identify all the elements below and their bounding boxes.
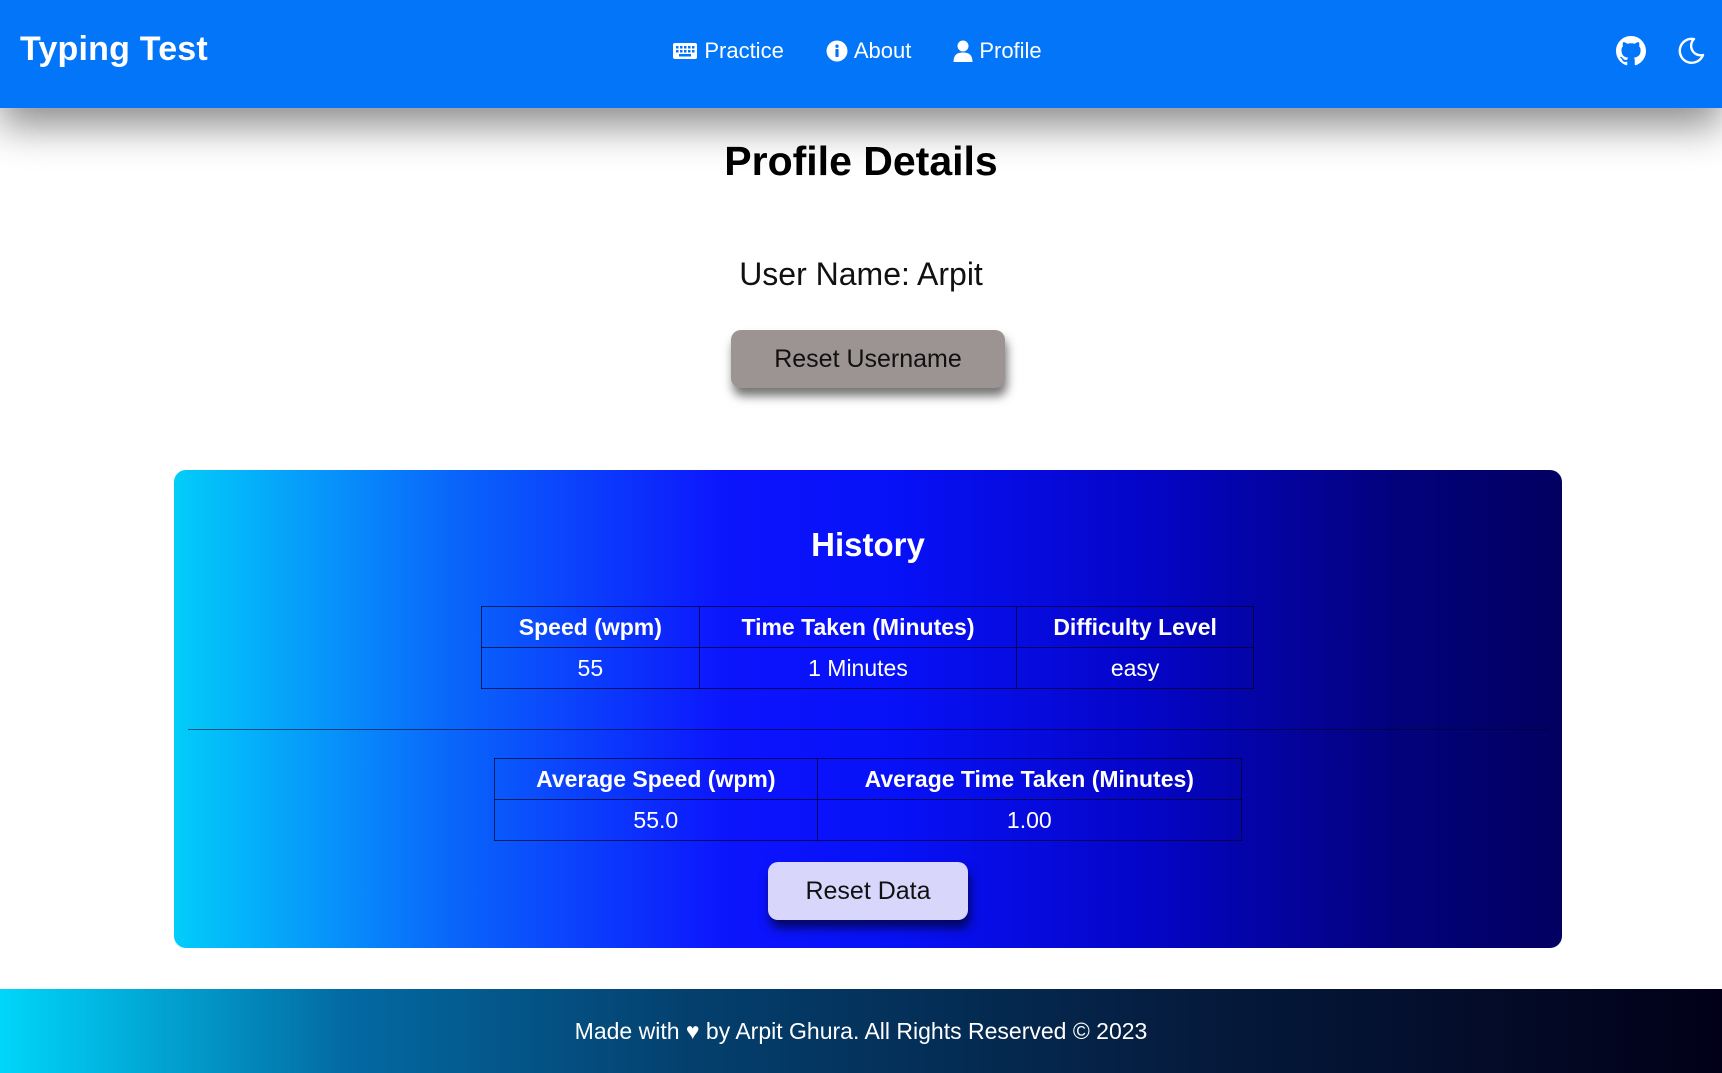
history-card: History Speed (wpm) Time Taken (Minutes)… bbox=[174, 470, 1562, 948]
table-cell: 55.0 bbox=[494, 799, 818, 841]
history-title: History bbox=[811, 526, 925, 563]
history-table: Speed (wpm) Time Taken (Minutes) Difficu… bbox=[481, 606, 1254, 689]
nav-link-label: Profile bbox=[979, 38, 1042, 63]
user-icon bbox=[953, 40, 973, 62]
table-cell: 1 Minutes bbox=[698, 647, 1018, 689]
reset-username-button[interactable]: Reset Username bbox=[731, 330, 1005, 388]
nav-link-label: About bbox=[853, 38, 912, 63]
footer: Made with ♥ by Arpit Ghura. All Rights R… bbox=[0, 989, 1722, 1073]
column-header: Average Speed (wpm) bbox=[494, 758, 818, 800]
nav-link-profile[interactable]: Profile bbox=[953, 38, 1042, 64]
nav-link-practice[interactable]: Practice bbox=[672, 38, 784, 64]
table-cell: 1.00 bbox=[816, 799, 1243, 841]
divider bbox=[188, 729, 1548, 730]
column-header: Difficulty Level bbox=[1016, 606, 1254, 648]
nav-links: Practice About Profile bbox=[0, 38, 1722, 64]
nav-link-label: Practice bbox=[704, 38, 784, 63]
column-header: Average Time Taken (Minutes) bbox=[816, 758, 1243, 800]
table-cell: easy bbox=[1016, 647, 1254, 689]
nav-right-icons bbox=[1616, 36, 1706, 71]
column-header: Speed (wpm) bbox=[481, 606, 700, 648]
reset-data-button[interactable]: Reset Data bbox=[768, 862, 968, 920]
top-navbar: Typing Test Practice About Profile bbox=[0, 0, 1722, 108]
moon-icon[interactable] bbox=[1676, 36, 1706, 71]
table-row: 55.0 1.00 bbox=[494, 799, 1243, 841]
table-cell: 55 bbox=[481, 647, 700, 689]
nav-link-about[interactable]: About bbox=[826, 38, 912, 64]
average-table: Average Speed (wpm) Average Time Taken (… bbox=[494, 758, 1243, 841]
column-header: Time Taken (Minutes) bbox=[698, 606, 1018, 648]
username-text: User Name: Arpit bbox=[739, 256, 983, 292]
table-row: 55 1 Minutes easy bbox=[481, 647, 1254, 689]
github-icon[interactable] bbox=[1616, 36, 1646, 71]
info-icon bbox=[826, 40, 848, 62]
footer-text: Made with ♥ by Arpit Ghura. All Rights R… bbox=[574, 1018, 1148, 1044]
table-header-row: Average Speed (wpm) Average Time Taken (… bbox=[494, 758, 1243, 800]
table-header-row: Speed (wpm) Time Taken (Minutes) Difficu… bbox=[481, 606, 1254, 648]
page-title: Profile Details bbox=[724, 138, 998, 184]
keyboard-icon bbox=[672, 42, 698, 60]
